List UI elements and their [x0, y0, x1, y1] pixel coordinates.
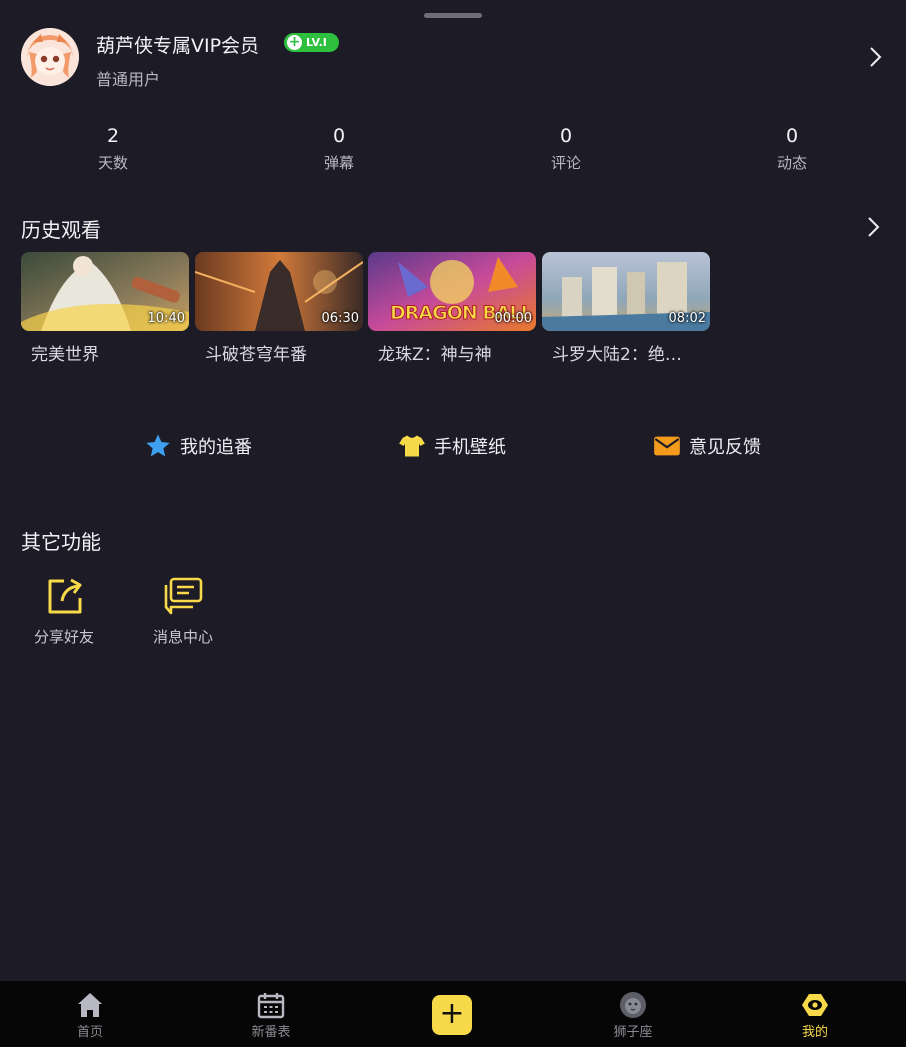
message-icon: [164, 577, 203, 615]
bottom-tab-bar: 首页 新番表 + 狮子座 我的: [0, 981, 906, 1047]
user-type: 普通用户: [96, 70, 161, 89]
calendar-icon: [257, 993, 285, 1019]
function-label: 分享好友: [33, 628, 94, 646]
history-thumbnail[interactable]: 06:30: [195, 252, 363, 331]
stat-comments[interactable]: 0 评论: [506, 124, 626, 173]
chevron-right-icon[interactable]: [869, 46, 883, 68]
message-center-button[interactable]: 消息中心: [138, 576, 228, 647]
wallpaper-button[interactable]: 手机壁纸: [398, 430, 506, 462]
tab-schedule[interactable]: 新番表: [211, 981, 331, 1047]
level-text: LV.I: [306, 36, 327, 49]
tshirt-icon: [399, 435, 425, 457]
tab-label: 我的: [801, 1025, 828, 1040]
duration-label: 00:00: [494, 311, 532, 326]
profile-icon: [802, 994, 828, 1016]
history-item[interactable]: 08:02 斗罗大陆2：绝…: [542, 252, 710, 365]
stat-label: 弹幕: [323, 154, 354, 172]
tab-mine[interactable]: 我的: [755, 981, 875, 1047]
history-thumbnail[interactable]: 10:40: [21, 252, 189, 331]
history-item[interactable]: DRAGON BALL Z 00:00 龙珠Z：神与神: [368, 252, 536, 365]
history-list: 10:40 完美世界 06:30 斗破苍穹年番 DRAGON BALL Z 00…: [21, 252, 891, 372]
stat-days[interactable]: 2 天数: [53, 124, 173, 173]
share-friends-button[interactable]: 分享好友: [19, 576, 109, 647]
history-thumbnail[interactable]: 08:02: [542, 252, 710, 331]
mail-icon: [654, 436, 680, 456]
feedback-button[interactable]: 意见反馈: [653, 430, 761, 462]
add-button[interactable]: +: [432, 995, 472, 1035]
function-label: 消息中心: [152, 628, 213, 646]
quick-label: 手机壁纸: [434, 437, 506, 458]
stat-label: 评论: [550, 154, 581, 172]
duration-label: 08:02: [668, 311, 706, 326]
stat-label: 动态: [776, 154, 807, 172]
home-icon: [78, 993, 102, 1017]
share-icon: [48, 578, 82, 614]
my-follows-button[interactable]: 我的追番: [144, 430, 252, 462]
add-icon: +: [439, 996, 465, 1031]
stat-value: 2: [106, 125, 120, 147]
history-item-title: 斗破苍穹年番: [205, 345, 307, 365]
stat-value: 0: [332, 125, 346, 147]
history-item-title: 龙珠Z：神与神: [378, 345, 492, 365]
history-title: 历史观看: [21, 218, 101, 242]
tab-label: 新番表: [251, 1025, 291, 1040]
stat-value: 0: [785, 125, 799, 147]
quick-label: 意见反馈: [689, 437, 761, 458]
other-functions-title: 其它功能: [21, 530, 101, 554]
tab-leo[interactable]: 狮子座: [573, 981, 693, 1047]
chevron-right-icon[interactable]: [867, 216, 881, 238]
drag-handle[interactable]: [424, 13, 482, 18]
tab-label: 首页: [76, 1025, 103, 1040]
stat-posts[interactable]: 0 动态: [732, 124, 852, 173]
history-item[interactable]: 10:40 完美世界: [21, 252, 189, 365]
level-badge: + LV.I: [284, 33, 339, 52]
duration-label: 10:40: [147, 311, 185, 326]
history-item[interactable]: 06:30 斗破苍穹年番: [195, 252, 363, 365]
username: 葫芦侠专属VIP会员: [96, 35, 260, 57]
tab-home[interactable]: 首页: [30, 981, 150, 1047]
history-thumbnail[interactable]: DRAGON BALL Z 00:00: [368, 252, 536, 331]
avatar[interactable]: [21, 28, 79, 86]
stat-danmaku[interactable]: 0 弹幕: [279, 124, 399, 173]
quick-label: 我的追番: [180, 437, 252, 458]
star-icon: [146, 434, 170, 457]
stat-value: 0: [559, 125, 573, 147]
stat-label: 天数: [97, 154, 128, 172]
duration-label: 06:30: [321, 311, 359, 326]
history-item-title: 完美世界: [31, 345, 99, 365]
profile-header[interactable]: 葫芦侠专属VIP会员 + LV.I 普通用户: [21, 28, 887, 89]
history-item-title: 斗罗大陆2：绝…: [552, 345, 682, 365]
level-plus-icon: +: [287, 34, 302, 50]
lion-icon: [620, 992, 646, 1018]
stats-row: 2 天数 0 弹幕 0 评论 0 动态: [0, 124, 906, 176]
tab-label: 狮子座: [613, 1025, 653, 1040]
